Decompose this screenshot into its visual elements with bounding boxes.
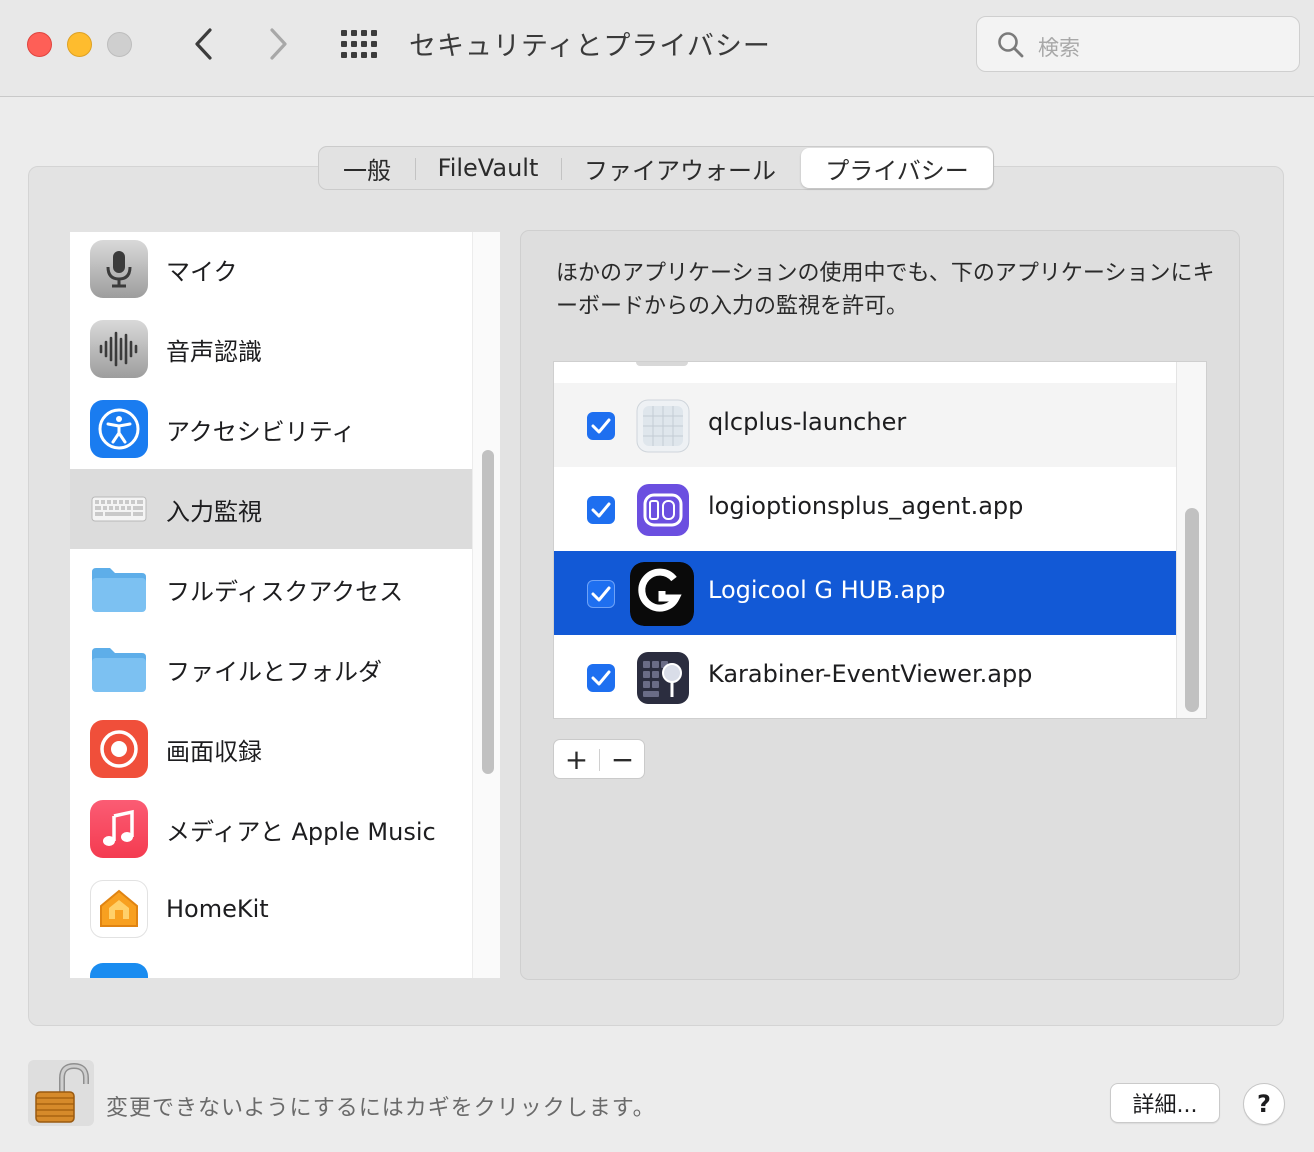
close-window-button[interactable] — [27, 32, 52, 57]
unlocked-padlock-icon — [35, 1062, 89, 1123]
checkmark-icon — [591, 670, 611, 686]
add-remove-control: + − — [553, 739, 645, 779]
checkmark-icon — [591, 586, 611, 602]
microphone-icon — [90, 240, 148, 298]
bluetooth-icon — [90, 963, 148, 978]
checkmark-icon — [591, 418, 611, 434]
screen-record-icon — [90, 720, 148, 778]
grid-icon — [341, 30, 377, 58]
category-screen-recording[interactable]: 画面収録 — [70, 709, 472, 789]
folder-icon — [90, 560, 148, 618]
app-checkbox[interactable] — [587, 580, 615, 608]
category-files-and-folders[interactable]: ファイルとフォルダ — [70, 629, 472, 709]
app-name: logioptionsplus_agent.app — [708, 492, 1024, 520]
scrollbar-thumb[interactable] — [1185, 508, 1199, 712]
category-list-scrollbar[interactable] — [472, 232, 500, 978]
help-button[interactable]: ? — [1243, 1083, 1285, 1125]
qlcplus-icon — [636, 399, 690, 453]
accessibility-icon — [90, 400, 148, 458]
add-app-button[interactable]: + — [554, 740, 599, 778]
karabiner-icon — [636, 651, 690, 705]
search-placeholder: 検索 — [1038, 36, 1080, 60]
category-label: HomeKit — [166, 895, 269, 923]
category-label: 画面収録 — [166, 737, 262, 766]
zoom-window-button[interactable] — [107, 32, 132, 57]
remove-app-button[interactable]: − — [600, 740, 645, 778]
scrollbar-thumb[interactable] — [482, 450, 494, 774]
category-speech-recognition[interactable]: 音声認識 — [70, 309, 472, 389]
app-row-qlcplus[interactable]: qlcplus-launcher — [554, 383, 1176, 467]
app-row-logicool-ghub[interactable]: Logicool G HUB.app — [554, 551, 1176, 635]
back-button[interactable] — [184, 22, 224, 66]
lock-button[interactable] — [28, 1060, 94, 1126]
folder-icon — [90, 640, 148, 698]
app-list-scrollbar[interactable] — [1176, 362, 1206, 718]
title-bar: セキュリティとプライバシー 検索 — [0, 0, 1314, 97]
list-item-partial — [554, 362, 1176, 384]
advanced-button[interactable]: 詳細... — [1110, 1083, 1220, 1123]
waveform-icon — [90, 320, 148, 378]
tab-filevault[interactable]: FileVault — [415, 147, 561, 189]
chevron-left-icon — [195, 28, 212, 60]
category-homekit[interactable]: HomeKit — [70, 869, 472, 949]
tab-general[interactable]: 一般 — [319, 147, 415, 189]
app-row-logioptionsplus[interactable]: logioptionsplus_agent.app — [554, 467, 1176, 551]
app-row-karabiner-eventviewer[interactable]: Karabiner-EventViewer.app — [554, 635, 1176, 718]
app-checkbox[interactable] — [587, 664, 615, 692]
category-next-partial[interactable] — [70, 949, 472, 978]
minimize-window-button[interactable] — [67, 32, 92, 57]
category-label: フルディスクアクセス — [166, 577, 404, 606]
category-media-apple-music[interactable]: メディアと Apple Music — [70, 789, 472, 869]
search-icon — [998, 32, 1024, 58]
tab-privacy[interactable]: プライバシー — [801, 148, 993, 188]
privacy-category-list: マイク 音声認識 アクセシビリティ 入力監視 フルディスクアクセス ファイルとフ… — [70, 232, 472, 978]
tab-firewall[interactable]: ファイアウォール — [561, 147, 799, 189]
forward-button[interactable] — [258, 22, 298, 66]
search-field[interactable]: 検索 — [976, 16, 1300, 72]
category-input-monitoring[interactable]: 入力監視 — [70, 469, 472, 549]
app-name: Karabiner-EventViewer.app — [708, 660, 1033, 688]
window-title: セキュリティとプライバシー — [409, 31, 771, 62]
category-label: 音声認識 — [166, 337, 262, 366]
category-microphone[interactable]: マイク — [70, 232, 472, 309]
checkmark-icon — [591, 502, 611, 518]
keyboard-icon — [90, 480, 148, 538]
app-checkbox[interactable] — [587, 412, 615, 440]
logicool-g-icon — [630, 562, 694, 626]
show-all-button[interactable] — [339, 28, 379, 60]
category-accessibility[interactable]: アクセシビリティ — [70, 389, 472, 469]
app-checkbox[interactable] — [587, 496, 615, 524]
homekit-icon — [90, 880, 148, 938]
lock-hint-text: 変更できないようにするにはカギをクリックします。 — [106, 1096, 656, 1121]
category-full-disk-access[interactable]: フルディスクアクセス — [70, 549, 472, 629]
category-label: 入力監視 — [166, 497, 262, 526]
app-name: qlcplus-launcher — [708, 408, 907, 436]
chevron-right-icon — [270, 28, 287, 60]
description-text: ほかのアプリケーションの使用中でも、下のアプリケーションにキーボードからの入力の… — [556, 261, 1215, 319]
tab-bar: 一般 FileVault ファイアウォール プライバシー — [318, 146, 994, 190]
logi-options-icon — [636, 483, 690, 537]
app-list: qlcplus-launcher logioptionsplus_agent.a… — [553, 361, 1207, 719]
category-label: メディアと Apple Music — [166, 817, 436, 846]
app-name: Logicool G HUB.app — [708, 576, 946, 604]
music-note-icon — [90, 800, 148, 858]
category-label: マイク — [166, 257, 238, 286]
category-label: ファイルとフォルダ — [166, 657, 382, 686]
category-label: アクセシビリティ — [166, 417, 356, 446]
